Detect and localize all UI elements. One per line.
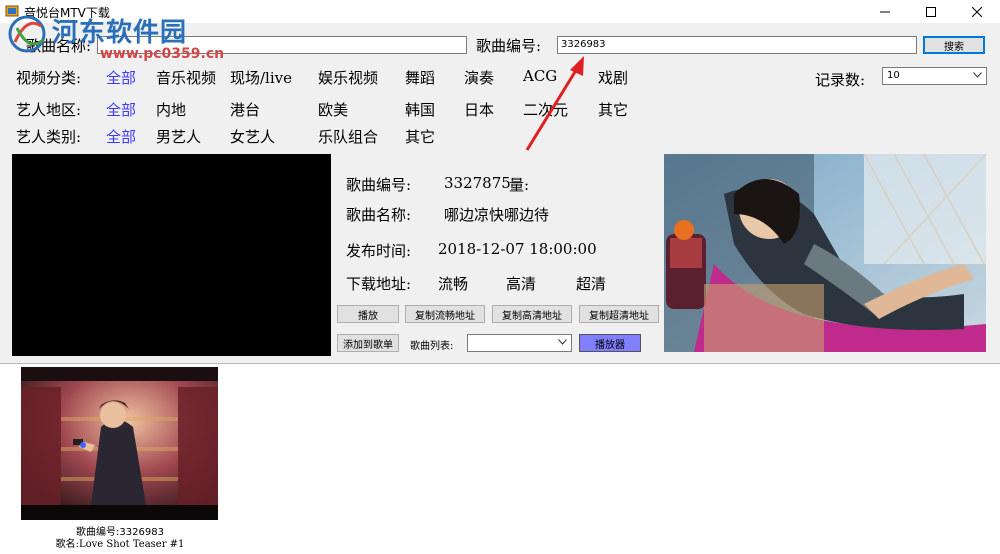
- minimize-icon: [880, 11, 890, 12]
- video-category-acg[interactable]: ACG: [523, 67, 557, 85]
- cover-image: [664, 154, 986, 352]
- video-category-live[interactable]: 现场/live: [230, 67, 292, 88]
- artist-type-male[interactable]: 男艺人: [156, 126, 201, 147]
- detail-overlap-text: 量:: [509, 176, 530, 194]
- download-hd-link[interactable]: 高清: [506, 273, 536, 294]
- song-id-input[interactable]: 3326983: [557, 36, 917, 54]
- artist-region-japan[interactable]: 日本: [464, 99, 494, 120]
- copy-hd-button[interactable]: 复制高清地址: [492, 305, 572, 323]
- artist-type-band[interactable]: 乐队组合: [318, 126, 378, 147]
- download-smooth-link[interactable]: 流畅: [438, 273, 468, 294]
- artist-region-2d[interactable]: 二次元: [523, 99, 568, 120]
- results-panel: 歌曲编号:3326983 歌名:Love Shot Teaser #1: [0, 363, 1000, 554]
- detail-release-value: 2018-12-07 18:00:00: [438, 240, 597, 258]
- play-button[interactable]: 播放: [337, 305, 399, 323]
- artist-region-korea[interactable]: 韩国: [405, 99, 435, 120]
- video-category-dance[interactable]: 舞蹈: [405, 67, 435, 88]
- song-id-label: 歌曲编号:: [476, 37, 542, 55]
- video-category-drama[interactable]: 戏剧: [598, 67, 628, 88]
- download-uhd-link[interactable]: 超清: [576, 273, 606, 294]
- video-category-music-video[interactable]: 音乐视频: [156, 67, 216, 88]
- artist-region-hk-tw[interactable]: 港台: [230, 99, 260, 120]
- detail-song-id-value: 3327875: [444, 174, 511, 192]
- video-category-all[interactable]: 全部: [106, 67, 136, 88]
- artist-region-mainland[interactable]: 内地: [156, 99, 186, 120]
- chevron-down-icon: [973, 72, 982, 78]
- record-count-label: 记录数:: [815, 71, 866, 89]
- record-count-value: 10: [887, 70, 900, 81]
- player-button[interactable]: 播放器: [579, 334, 641, 352]
- artist-region-all[interactable]: 全部: [106, 99, 136, 120]
- watermark-site-name: 河东软件园: [52, 18, 188, 48]
- main-panel: 歌曲名称: 歌曲编号: 3326983 搜索 视频分类: 全部 音乐视频 现场/…: [0, 23, 1000, 363]
- artist-type-female[interactable]: 女艺人: [230, 126, 275, 147]
- video-category-entertainment[interactable]: 娱乐视频: [318, 67, 378, 88]
- artist-type-all[interactable]: 全部: [106, 126, 136, 147]
- result-thumbnail[interactable]: [21, 367, 218, 520]
- detail-song-id-label: 歌曲编号:: [346, 176, 412, 194]
- chevron-down-icon: [558, 339, 567, 345]
- minimize-button[interactable]: [862, 0, 908, 23]
- artist-type-label: 艺人类别:: [16, 128, 82, 146]
- video-category-label: 视频分类:: [16, 69, 82, 87]
- search-button[interactable]: 搜索: [923, 36, 985, 54]
- close-button[interactable]: [954, 0, 1000, 23]
- maximize-button[interactable]: [908, 0, 954, 23]
- copy-uhd-button[interactable]: 复制超清地址: [579, 305, 659, 323]
- playlist-label: 歌曲列表:: [410, 341, 454, 352]
- watermark-logo-icon: [8, 15, 46, 53]
- result-song-name: 歌名:Love Shot Teaser #1: [55, 539, 185, 550]
- detail-download-label: 下载地址:: [346, 275, 412, 293]
- close-icon: [972, 6, 982, 17]
- watermark-url: www.pc0359.cn: [100, 46, 225, 62]
- video-player[interactable]: [12, 154, 331, 356]
- artist-region-west[interactable]: 欧美: [318, 99, 348, 120]
- artist-type-other[interactable]: 其它: [405, 126, 435, 147]
- detail-release-label: 发布时间:: [346, 242, 412, 260]
- video-category-performance[interactable]: 演奏: [464, 67, 494, 88]
- artist-region-other[interactable]: 其它: [598, 99, 628, 120]
- artist-region-label: 艺人地区:: [16, 101, 82, 119]
- detail-song-name-label: 歌曲名称:: [346, 206, 412, 224]
- maximize-icon: [926, 6, 936, 17]
- add-to-playlist-button[interactable]: 添加到歌单: [337, 334, 399, 352]
- record-count-select[interactable]: 10: [882, 67, 987, 85]
- copy-smooth-button[interactable]: 复制流畅地址: [405, 305, 485, 323]
- playlist-select[interactable]: [467, 334, 572, 352]
- detail-song-name-value: 哪边凉快哪边待: [444, 206, 550, 224]
